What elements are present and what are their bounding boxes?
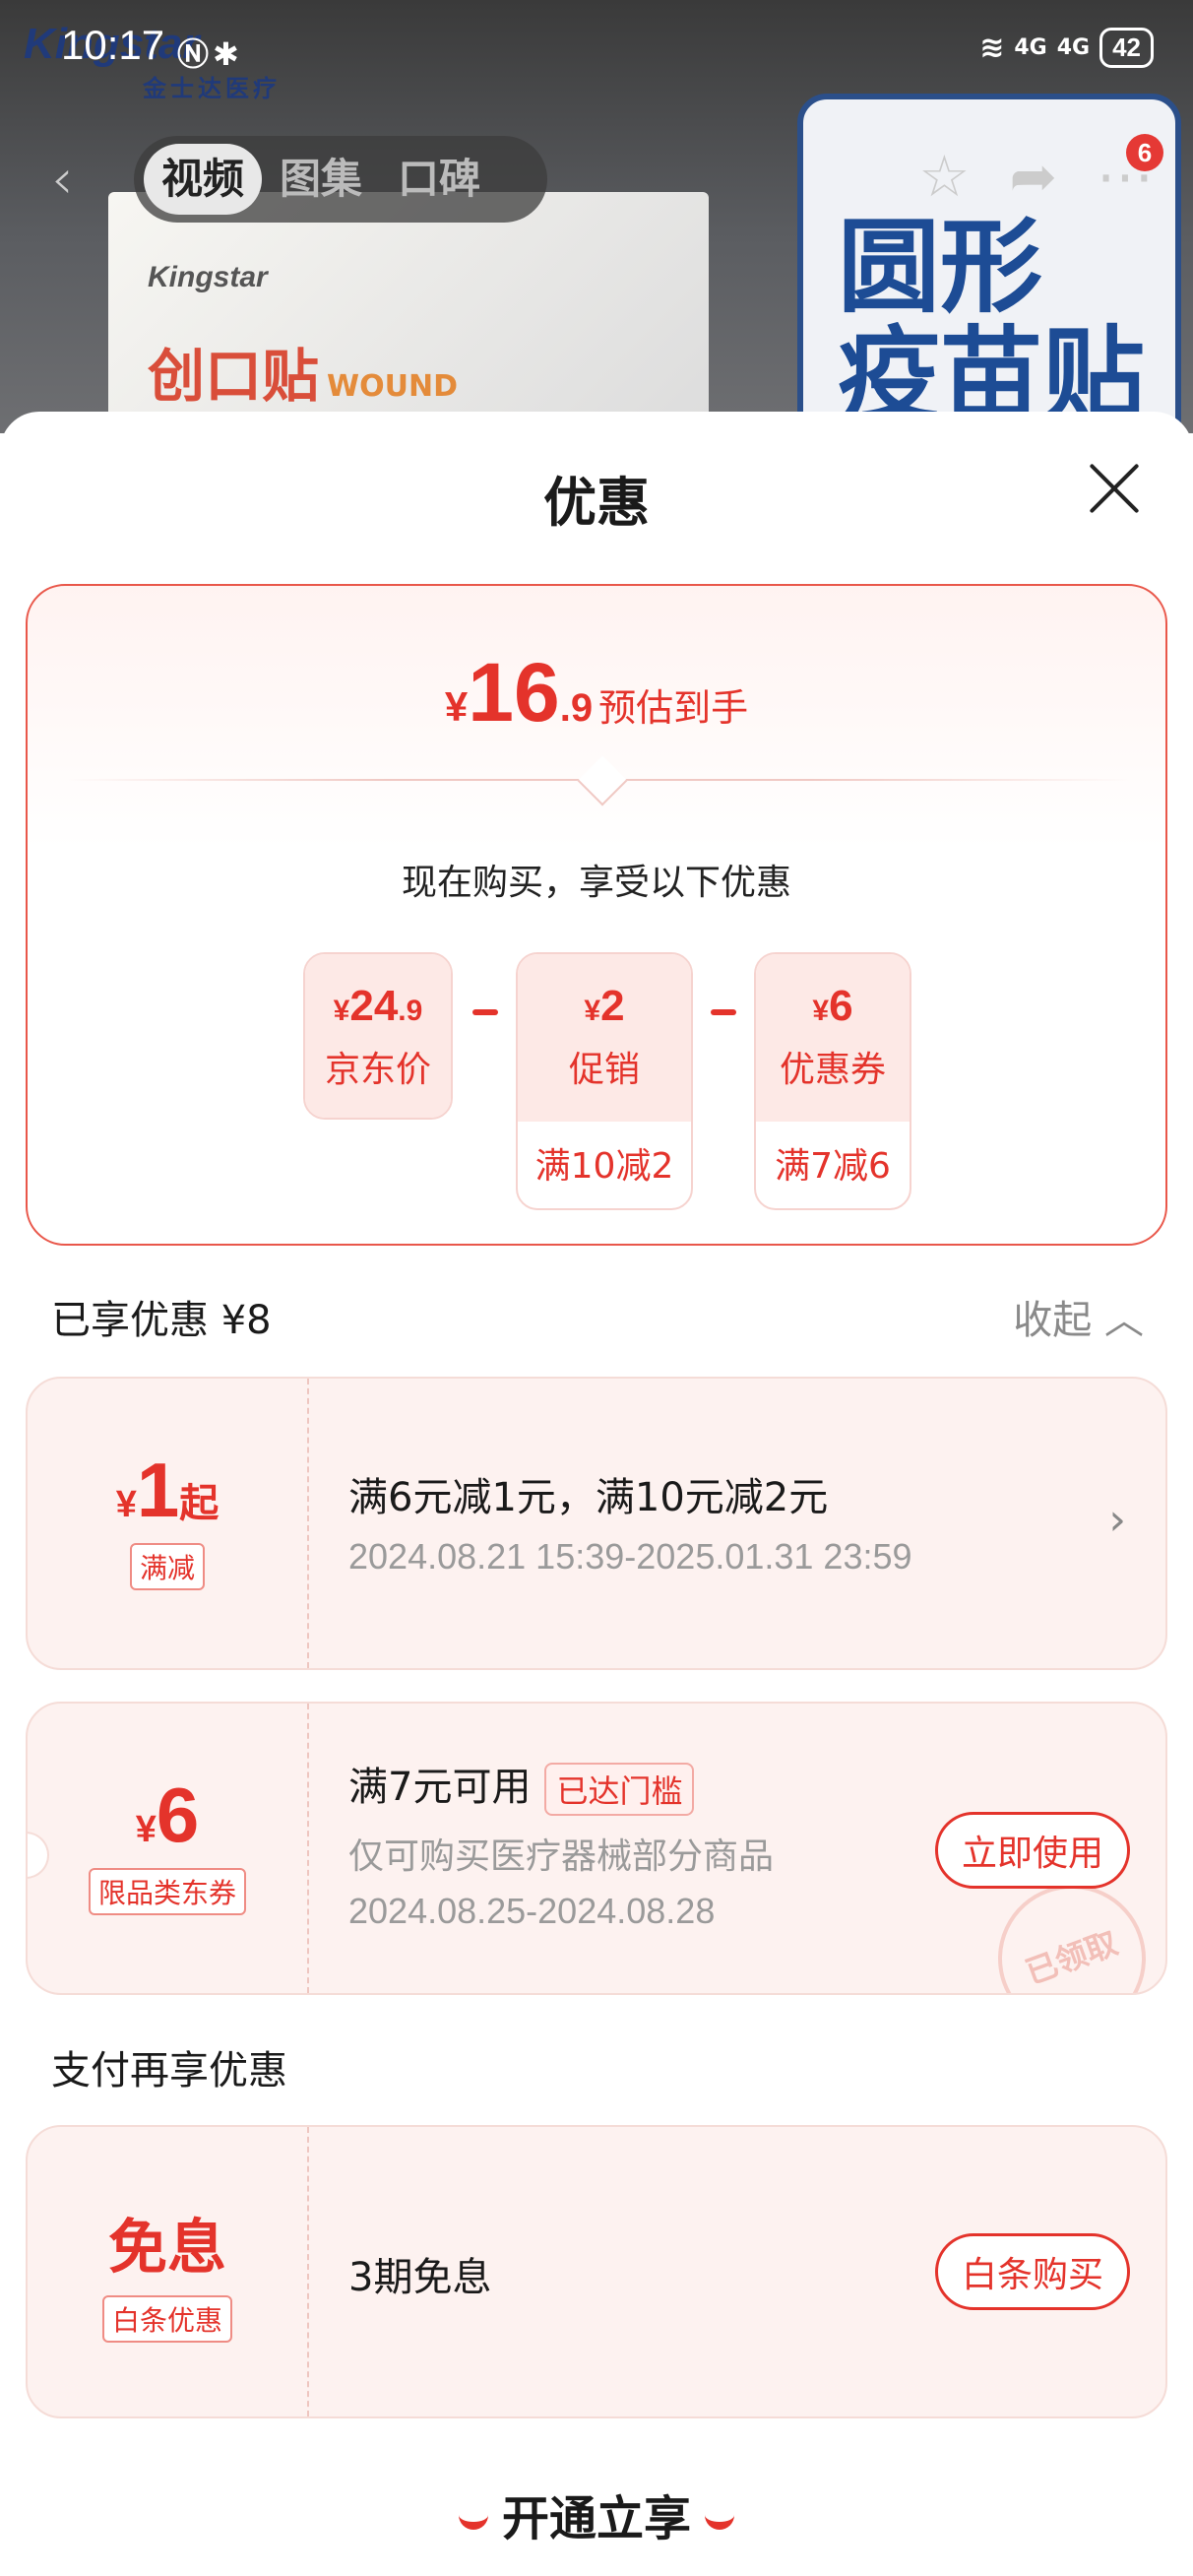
baitiao-buy-button[interactable]: 白条购买 bbox=[934, 2233, 1130, 2310]
minus-sign bbox=[472, 1009, 498, 1015]
price-chip-jd: ¥24.9 京东价 bbox=[303, 952, 453, 1120]
coupon-tag: 满减 bbox=[129, 1543, 205, 1590]
signal-icon-2: 4G bbox=[1056, 35, 1091, 60]
coupon-validity: 2024.08.21 15:39-2025.01.31 23:59 bbox=[348, 1536, 912, 1577]
minus-sign bbox=[711, 1009, 736, 1015]
coupon-value: ¥6 限品类东券 bbox=[28, 1704, 309, 1993]
battery-icon: 42 bbox=[1099, 28, 1154, 68]
nfc-icon: Ⓝ bbox=[177, 35, 214, 73]
chip-label: 促销 bbox=[568, 1050, 640, 1090]
chip-label: 京东价 bbox=[324, 1050, 431, 1090]
bluetooth-icon: ✱ bbox=[213, 35, 243, 73]
smile-icon bbox=[458, 2514, 488, 2530]
back-icon[interactable]: ‹ bbox=[51, 148, 100, 212]
notification-badge: 6 bbox=[1126, 134, 1163, 171]
coupon-title: 满6元减1元，满10元减2元 bbox=[348, 1475, 829, 1520]
product-box-name: 创口贴 WOUND bbox=[148, 343, 458, 410]
header-actions: ☆ ➦ ⋯ bbox=[918, 143, 1154, 210]
close-icon[interactable] bbox=[1085, 459, 1144, 518]
favorite-star-icon[interactable]: ☆ bbox=[918, 143, 970, 210]
chip-label: 优惠券 bbox=[779, 1050, 886, 1090]
estimate-card: ¥16.9 预估到手 现在购买，享受以下优惠 ¥24.9 京东价 ¥2 促销 满1… bbox=[26, 584, 1167, 1246]
activate-cta[interactable]: 开通立享 bbox=[0, 2479, 1193, 2548]
tab-reviews[interactable]: 口碑 bbox=[380, 144, 498, 215]
collapse-button[interactable]: 收起 ︿ bbox=[1013, 1288, 1144, 1345]
chip-condition: 满10减2 bbox=[534, 1146, 674, 1187]
coupon-validity: 2024.08.25-2024.08.28 bbox=[348, 1891, 716, 1931]
coupon-card-full-reduction[interactable]: ¥1起 满减 满6元减1元，满10元减2元 2024.08.21 15:39-2… bbox=[26, 1377, 1167, 1670]
price-chip-promo: ¥2 促销 满10减2 bbox=[516, 952, 693, 1210]
coupon-title: 满7元可用 已达门槛 bbox=[348, 1755, 774, 1816]
chevron-right-icon[interactable]: › bbox=[1108, 1495, 1126, 1545]
coupon-card-category: ¥6 限品类东券 满7元可用 已达门槛 仅可购买医疗器械部分商品 2024.08.… bbox=[26, 1702, 1167, 1995]
product-box-brand: Kingstar bbox=[148, 261, 268, 293]
status-icons: Ⓝ✱ bbox=[177, 30, 243, 75]
payment-section-title: 支付再享优惠 bbox=[51, 2048, 287, 2093]
divider-notch bbox=[577, 755, 628, 806]
discount-sheet: 优惠 ¥16.9 预估到手 现在购买，享受以下优惠 ¥24.9 京东价 ¥2 促销… bbox=[0, 412, 1193, 2576]
signal-icon-1: 4G bbox=[1014, 35, 1047, 60]
payment-offer-card: 免息 白条优惠 3期免息 白条购买 bbox=[26, 2125, 1167, 2418]
installment-desc: 3期免息 bbox=[348, 2255, 492, 2300]
payment-offer-value: 免息 白条优惠 bbox=[28, 2127, 309, 2416]
use-now-button[interactable]: 立即使用 bbox=[934, 1812, 1130, 1889]
status-time: 10:17 bbox=[61, 22, 165, 68]
threshold-met-badge: 已达门槛 bbox=[544, 1763, 695, 1816]
price-chip-coupon: ¥6 优惠券 满7减6 bbox=[754, 952, 911, 1210]
product-box-image: Kingstar 创口贴 WOUND bbox=[108, 192, 709, 433]
status-right: ≋ 4G 4G 42 bbox=[979, 28, 1154, 68]
media-tabs: 视频 图集 口碑 bbox=[134, 136, 547, 223]
enjoyed-title: 已享优惠 ¥8 bbox=[51, 1298, 272, 1343]
status-bar: 10:17 Ⓝ✱ ≋ 4G 4G 42 bbox=[0, 0, 1193, 98]
smile-icon bbox=[705, 2514, 734, 2530]
payment-tag: 白条优惠 bbox=[101, 2295, 232, 2343]
tab-gallery[interactable]: 图集 bbox=[262, 144, 380, 215]
coupon-tag: 限品类东券 bbox=[88, 1868, 246, 1915]
sheet-title: 优惠 bbox=[543, 472, 650, 534]
share-icon[interactable]: ➦ bbox=[1009, 143, 1057, 210]
wifi-icon: ≋ bbox=[979, 31, 1005, 65]
estimate-subtitle: 现在购买，享受以下优惠 bbox=[401, 863, 791, 903]
coupon-scope: 仅可购买医疗器械部分商品 bbox=[348, 1835, 775, 1876]
chip-condition: 满7减6 bbox=[775, 1146, 891, 1187]
tab-video[interactable]: 视频 bbox=[144, 144, 263, 215]
estimated-price: ¥16.9 预估到手 bbox=[444, 646, 749, 739]
coupon-value: ¥1起 满减 bbox=[28, 1379, 309, 1668]
